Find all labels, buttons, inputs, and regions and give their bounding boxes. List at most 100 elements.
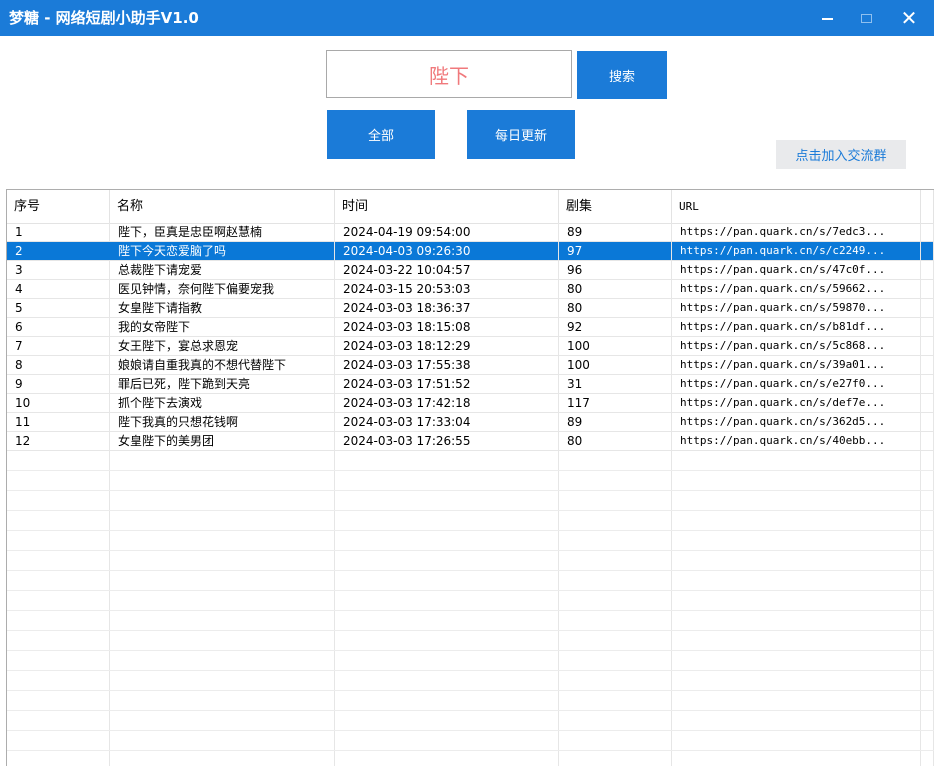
table-row[interactable]: 1 陛下，臣真是忠臣啊赵慧楠 2024-04-19 09:54:00 89 https:… — [7, 223, 934, 242]
column-header-time[interactable]: 时间 — [335, 190, 559, 223]
cell-episodes: 92 — [559, 318, 672, 336]
empty-cell — [7, 751, 110, 766]
table-row[interactable]: 10 抓个陛下去演戏 2024-03-03 17:42:18 117 https://p… — [7, 394, 934, 413]
cell-url: https://pan.quark.cn/s/39a01... — [672, 356, 921, 374]
table-row[interactable]: 9 罪后已死，陛下跪到天亮 2024-03-03 17:51:52 31 https:/… — [7, 375, 934, 394]
empty-cell — [110, 591, 335, 610]
cell-index: 5 — [7, 299, 110, 317]
empty-cell — [559, 611, 672, 630]
empty-cell — [7, 711, 110, 730]
empty-cell — [110, 711, 335, 730]
column-header-filler — [921, 190, 934, 223]
table-row[interactable]: 2 陛下今天恋爱脑了吗 2024-04-03 09:26:30 97 https://p… — [7, 242, 934, 261]
empty-cell — [672, 711, 921, 730]
cell-url: https://pan.quark.cn/s/5c868... — [672, 337, 921, 355]
empty-cell — [921, 591, 934, 610]
cell-name: 陛下，臣真是忠臣啊赵慧楠 — [110, 223, 335, 241]
search-input[interactable] — [326, 50, 572, 98]
column-header-name[interactable]: 名称 — [110, 190, 335, 223]
cell-name: 我的女帝陛下 — [110, 318, 335, 336]
close-button[interactable]: ✕ — [894, 0, 924, 36]
cell-episodes: 96 — [559, 261, 672, 279]
table-row[interactable]: 12 女皇陛下的美男团 2024-03-03 17:26:55 80 https://p… — [7, 432, 934, 451]
empty-cell — [921, 691, 934, 710]
cell-index: 1 — [7, 223, 110, 241]
empty-cell — [110, 571, 335, 590]
table-row[interactable]: 11 陛下我真的只想花钱啊 2024-03-03 17:33:04 89 https:/… — [7, 413, 934, 432]
empty-row — [7, 631, 934, 651]
empty-cell — [335, 731, 559, 750]
cell-filler — [921, 432, 934, 450]
empty-cell — [921, 751, 934, 766]
empty-cell — [7, 471, 110, 490]
cell-index: 8 — [7, 356, 110, 374]
empty-cell — [672, 451, 921, 470]
join-group-button[interactable]: 点击加入交流群 — [776, 140, 906, 169]
cell-episodes: 100 — [559, 337, 672, 355]
cell-filler — [921, 318, 934, 336]
table-row[interactable]: 3 总裁陛下请宠爱 2024-03-22 10:04:57 96 https://pan… — [7, 261, 934, 280]
empty-row — [7, 751, 934, 766]
empty-cell — [559, 451, 672, 470]
empty-cell — [559, 671, 672, 690]
cell-time: 2024-03-03 18:12:29 — [335, 337, 559, 355]
empty-cell — [7, 731, 110, 750]
table-row[interactable]: 7 女王陛下，宴总求恩宠 2024-03-03 18:12:29 100 https:/… — [7, 337, 934, 356]
empty-cell — [335, 551, 559, 570]
cell-index: 10 — [7, 394, 110, 412]
empty-cell — [7, 611, 110, 630]
empty-cell — [672, 751, 921, 766]
cell-filler — [921, 299, 934, 317]
cell-index: 4 — [7, 280, 110, 298]
cell-url: https://pan.quark.cn/s/47c0f... — [672, 261, 921, 279]
cell-name: 医见钟情，奈何陛下偏要宠我 — [110, 280, 335, 298]
table-row[interactable]: 8 娘娘请自重我真的不想代替陛下 2024-03-03 17:55:38 100 htt… — [7, 356, 934, 375]
table-row[interactable]: 5 女皇陛下请指教 2024-03-03 18:36:37 80 https://pan… — [7, 299, 934, 318]
column-header-url[interactable]: URL — [672, 190, 921, 223]
empty-cell — [335, 511, 559, 530]
empty-cell — [559, 511, 672, 530]
empty-cell — [672, 471, 921, 490]
empty-cell — [672, 691, 921, 710]
empty-cell — [7, 631, 110, 650]
cell-name: 总裁陛下请宠爱 — [110, 261, 335, 279]
empty-cell — [559, 571, 672, 590]
empty-row — [7, 551, 934, 571]
empty-cell — [110, 651, 335, 670]
cell-url: https://pan.quark.cn/s/b81df... — [672, 318, 921, 336]
cell-filler — [921, 223, 934, 241]
empty-cell — [110, 451, 335, 470]
empty-cell — [921, 491, 934, 510]
cell-time: 2024-04-03 09:26:30 — [335, 242, 559, 260]
table-row[interactable]: 6 我的女帝陛下 2024-03-03 18:15:08 92 https://pan.… — [7, 318, 934, 337]
empty-cell — [335, 691, 559, 710]
empty-row — [7, 451, 934, 471]
empty-cell — [921, 471, 934, 490]
empty-cell — [110, 551, 335, 570]
empty-cell — [335, 711, 559, 730]
cell-time: 2024-03-15 20:53:03 — [335, 280, 559, 298]
cell-name: 女皇陛下的美男团 — [110, 432, 335, 450]
empty-cell — [110, 511, 335, 530]
table-body: 1 陛下，臣真是忠臣啊赵慧楠 2024-04-19 09:54:00 89 https:… — [7, 223, 934, 766]
empty-cell — [110, 531, 335, 550]
empty-cell — [921, 731, 934, 750]
minimize-button[interactable] — [812, 0, 842, 36]
column-header-episodes[interactable]: 剧集 — [559, 190, 672, 223]
cell-index: 2 — [7, 242, 110, 260]
search-button[interactable]: 搜索 — [577, 51, 667, 99]
cell-name: 娘娘请自重我真的不想代替陛下 — [110, 356, 335, 374]
cell-index: 9 — [7, 375, 110, 393]
empty-cell — [672, 591, 921, 610]
empty-row — [7, 571, 934, 591]
empty-cell — [110, 491, 335, 510]
empty-cell — [559, 711, 672, 730]
empty-cell — [921, 711, 934, 730]
daily-update-button[interactable]: 每日更新 — [467, 110, 575, 159]
cell-episodes: 97 — [559, 242, 672, 260]
column-header-index[interactable]: 序号 — [7, 190, 110, 223]
maximize-button[interactable] — [851, 0, 881, 36]
all-button[interactable]: 全部 — [327, 110, 435, 159]
empty-cell — [335, 671, 559, 690]
table-row[interactable]: 4 医见钟情，奈何陛下偏要宠我 2024-03-15 20:53:03 80 https… — [7, 280, 934, 299]
